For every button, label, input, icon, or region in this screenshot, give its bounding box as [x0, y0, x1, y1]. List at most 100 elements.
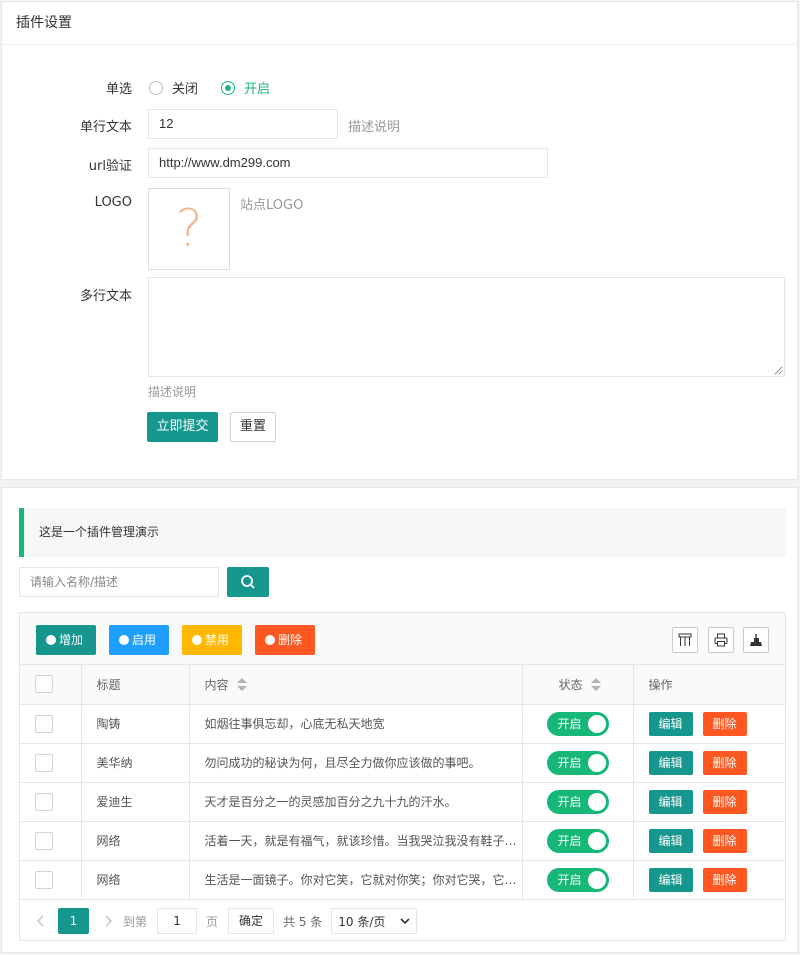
cell-content: 勿问成功的秘诀为何，且尽全力做你应该做的事吧。 [189, 743, 523, 783]
cell-status: 开启 [522, 704, 634, 744]
edit-button[interactable]: 编辑 [648, 711, 693, 736]
radio-off-circle [149, 80, 163, 95]
edit-button[interactable]: 编辑 [648, 750, 693, 775]
chevron-right-icon[interactable] [103, 915, 113, 927]
radio-group: 关闭 开启 [149, 78, 293, 97]
select-all-cell [20, 665, 82, 705]
status-switch[interactable]: 开启 [546, 789, 609, 814]
search-button[interactable] [227, 567, 269, 597]
table-row: 网络 生活是一面镜子。你对它笑，它就对你笑；你对它哭，它也对你哭。 开启 编辑删… [20, 860, 785, 900]
row-checkbox[interactable] [35, 714, 53, 733]
switch-knob [587, 714, 606, 733]
row-checkbox[interactable] [35, 870, 53, 889]
logo-upload[interactable]: ? [148, 188, 230, 270]
radio-on-label: 开启 [244, 82, 271, 97]
disable-button[interactable]: 禁用 [182, 625, 242, 655]
status-switch[interactable]: 开启 [546, 711, 609, 736]
edit-button[interactable]: 编辑 [648, 867, 693, 892]
textarea-aux: 描述说明 [148, 385, 197, 399]
goto-prefix: 到第 [123, 914, 148, 929]
row-delete-button[interactable]: 删除 [702, 750, 747, 775]
logo-aux: 站点LOGO [240, 198, 304, 213]
row-select-cell [20, 860, 82, 900]
row-select-cell [20, 704, 82, 744]
chevron-left-icon[interactable] [36, 915, 46, 927]
select-all-checkbox[interactable] [35, 675, 53, 694]
row-select-cell [20, 782, 82, 822]
page-1-button[interactable]: 1 [58, 908, 89, 934]
goto-confirm-button[interactable]: 确定 [228, 908, 275, 934]
cell-content: 活着一天，就是有福气，就该珍惜。当我哭泣我没有鞋子穿的时候，我发现有人却没有脚。 [189, 821, 523, 861]
logo-label: LOGO [94, 195, 132, 210]
row-delete-button[interactable]: 删除 [702, 867, 747, 892]
col-title-label: 标题 [96, 677, 121, 692]
col-content-label: 内容 [204, 677, 229, 692]
single-text-input[interactable]: 12 [148, 109, 338, 139]
col-actions-label: 操作 [648, 677, 673, 692]
row-checkbox[interactable] [35, 753, 53, 772]
cell-title: 陶铸 [81, 704, 190, 744]
reset-button[interactable]: 重置 [230, 412, 276, 442]
plugin-manager-card: 这是一个插件管理演示 请输入名称/描述 增加 启用 禁用 删除 标题 内容 状态… [1, 487, 798, 953]
row-delete-button[interactable]: 删除 [702, 711, 747, 736]
data-table: 标题 内容 状态 操作 陶铸 如烟往事俱忘却，心底无私天地宽 开启 编辑 删除 美… [20, 665, 785, 900]
resize-grip-icon[interactable] [774, 366, 783, 375]
delete-button[interactable]: 删除 [255, 625, 315, 655]
col-content[interactable]: 内容 [189, 665, 523, 705]
col-title: 标题 [81, 665, 190, 705]
table-header: 标题 内容 状态 操作 [20, 665, 785, 705]
search-input[interactable]: 请输入名称/描述 [19, 567, 219, 597]
switch-knob [587, 831, 606, 850]
cell-status: 开启 [522, 782, 634, 822]
status-switch[interactable]: 开启 [546, 750, 609, 775]
sort-icon[interactable] [236, 678, 247, 692]
check-circle-icon [119, 635, 129, 652]
enable-button[interactable]: 启用 [109, 625, 169, 655]
plus-icon [46, 635, 56, 652]
cell-actions: 编辑 删除 [633, 782, 785, 822]
edit-button[interactable]: 编辑 [648, 828, 693, 853]
status-switch[interactable]: 开启 [546, 867, 609, 892]
cell-content: 天才是百分之一的灵感加百分之九十九的汗水。 [189, 782, 523, 822]
search-icon [241, 575, 255, 589]
switch-knob [587, 753, 606, 772]
chevron-down-icon [400, 918, 410, 925]
switch-label: 开启 [557, 833, 582, 848]
table-toolbar: 增加 启用 禁用 删除 [20, 613, 785, 665]
plugin-table: 增加 启用 禁用 删除 标题 内容 状态 操作 陶铸 如烟往事俱忘却，心底无私天… [19, 612, 786, 941]
url-input[interactable]: http://www.dm299.com [148, 148, 548, 178]
switch-label: 开启 [557, 755, 582, 770]
url-label: url验证 [88, 159, 132, 174]
row-checkbox[interactable] [35, 831, 53, 850]
radio-on[interactable]: 开启 [221, 78, 270, 97]
row-delete-button[interactable]: 删除 [702, 789, 747, 814]
cell-title: 网络 [81, 860, 190, 900]
export-icon[interactable] [743, 627, 769, 653]
cell-content: 生活是一面镜子。你对它笑，它就对你笑；你对它哭，它也对你哭。 [189, 860, 523, 900]
add-button[interactable]: 增加 [36, 625, 96, 655]
ban-icon [192, 635, 202, 652]
row-checkbox[interactable] [35, 792, 53, 811]
row-select-cell [20, 743, 82, 783]
switch-knob [587, 792, 606, 811]
cell-actions: 编辑 删除 [633, 860, 785, 900]
goto-page-input[interactable]: 1 [157, 908, 198, 934]
status-switch[interactable]: 开启 [546, 828, 609, 853]
edit-button[interactable]: 编辑 [648, 789, 693, 814]
switch-knob [587, 870, 606, 889]
multiline-textarea[interactable] [148, 277, 785, 377]
goto-suffix: 页 [206, 914, 219, 929]
cell-actions: 编辑 删除 [633, 704, 785, 744]
sort-icon[interactable] [590, 678, 601, 692]
radio-off[interactable]: 关闭 [149, 78, 198, 97]
col-actions: 操作 [633, 665, 785, 705]
cell-content: 如烟往事俱忘却，心底无私天地宽 [189, 704, 523, 744]
submit-button[interactable]: 立即提交 [147, 412, 218, 442]
row-delete-button[interactable]: 删除 [702, 828, 747, 853]
col-status[interactable]: 状态 [522, 665, 634, 705]
columns-filter-icon[interactable] [672, 627, 698, 653]
cell-title: 网络 [81, 821, 190, 861]
cell-title: 爱迪生 [81, 782, 190, 822]
print-icon[interactable] [708, 627, 734, 653]
page-size-select[interactable]: 10 条/页 [331, 908, 418, 934]
